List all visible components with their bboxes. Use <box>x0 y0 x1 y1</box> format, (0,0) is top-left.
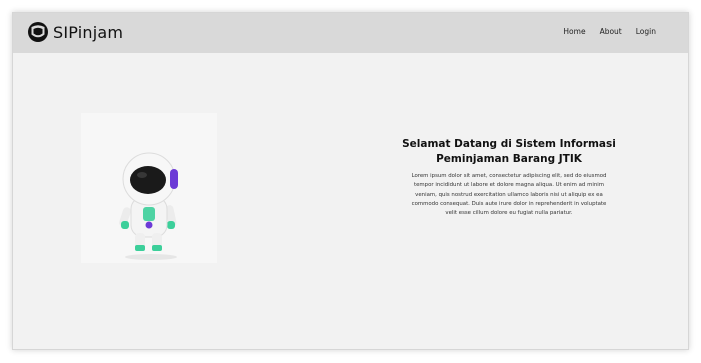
nav-link-about[interactable]: About <box>600 27 622 36</box>
hero-text: Selamat Datang di Sistem Informasi Pemin… <box>365 137 653 218</box>
nav-link-home[interactable]: Home <box>563 27 585 36</box>
hero-title: Selamat Datang di Sistem Informasi Pemin… <box>402 138 616 165</box>
brand[interactable]: SIPinjam <box>27 20 123 44</box>
brand-name: SIPinjam <box>53 22 124 42</box>
nav-menu: Home About Login <box>563 27 656 36</box>
logo-icon <box>28 22 48 42</box>
astronaut-robot-illustration <box>119 152 178 260</box>
navbar: SIPinjam Home About Login <box>13 13 688 53</box>
page-frame: SIPinjam Home About Login Selamat Datang… <box>12 12 689 350</box>
hero-description: Lorem ipsum dolor sit amet, consectetur … <box>411 173 607 217</box>
hero-image <box>81 113 217 263</box>
nav-link-login[interactable]: Login <box>636 27 656 36</box>
